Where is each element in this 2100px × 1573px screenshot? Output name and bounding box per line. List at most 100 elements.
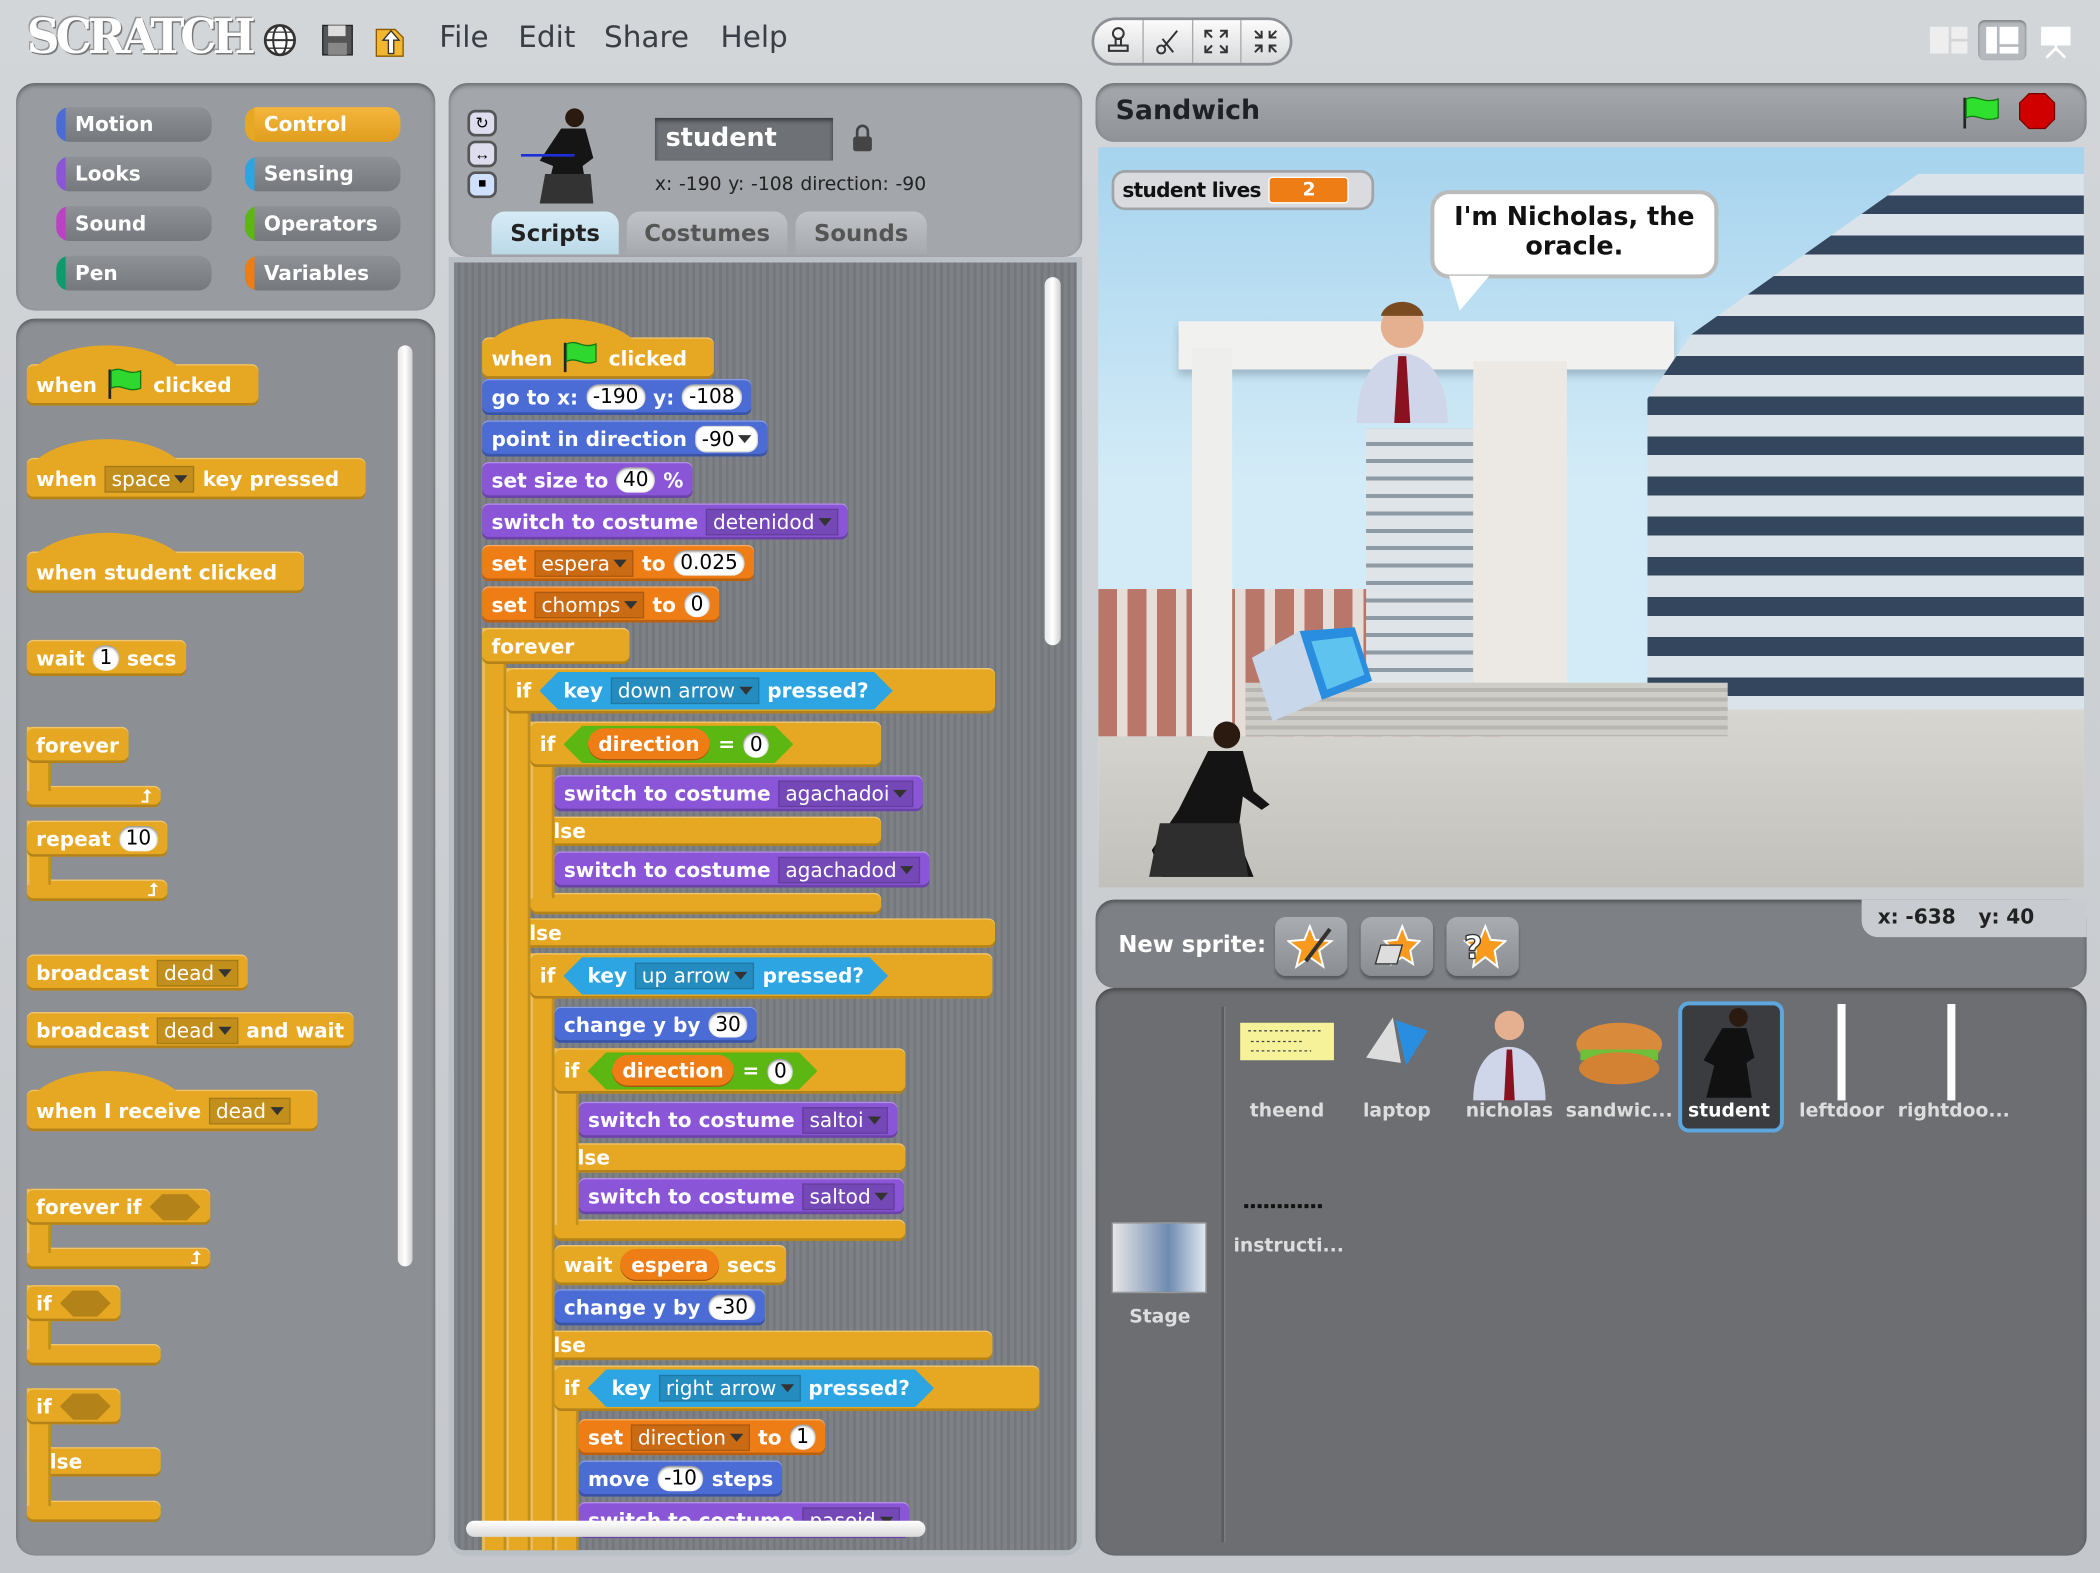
stage[interactable]: student lives 2 I'm Nicholas, the oracle… [1098, 147, 2084, 888]
grow-icon[interactable] [1193, 20, 1242, 63]
number-input[interactable]: -108 [682, 384, 742, 410]
category-variables[interactable]: Variables [245, 255, 401, 291]
tab-sounds[interactable]: Sounds [795, 211, 927, 255]
category-operators[interactable]: Operators [245, 206, 401, 241]
sprite-name-field[interactable]: student [654, 117, 834, 161]
rightdoo-sprite-thumbnail[interactable] [1902, 1004, 2001, 1110]
number-input[interactable]: -30 [708, 1294, 755, 1320]
category-pen[interactable]: Pen [56, 255, 212, 291]
laptop-sprite-thumbnail[interactable] [1347, 1004, 1446, 1110]
lock-icon[interactable] [852, 123, 873, 159]
c-block-header[interactable]: forever [482, 627, 630, 664]
number-input[interactable]: -10 [657, 1465, 704, 1492]
stack-block[interactable]: point in direction -90 [482, 420, 769, 457]
dropdown[interactable]: dead [209, 1097, 291, 1124]
menu-help[interactable]: Help [721, 21, 788, 54]
menu-edit[interactable]: Edit [518, 21, 575, 54]
stack-block[interactable]: set chomps to 0 [482, 586, 720, 623]
dropdown[interactable]: chomps [534, 591, 645, 618]
dropdown[interactable]: direction [631, 1423, 751, 1451]
stack-block[interactable]: switch to costume saltoi [578, 1101, 898, 1138]
equals-operator-block[interactable]: direction = 0 [588, 1052, 818, 1089]
dropdown[interactable]: right arrow [659, 1375, 800, 1402]
hat-block[interactable]: when clicked [26, 345, 259, 406]
number-input[interactable]: 1 [789, 1424, 816, 1450]
number-input[interactable]: 30 [708, 1012, 748, 1038]
student-sprite[interactable] [1138, 716, 1272, 885]
c-block-header[interactable]: if [26, 1388, 121, 1425]
normal-view-icon[interactable] [1978, 20, 2027, 61]
stage-thumbnail[interactable] [1111, 1222, 1207, 1294]
choose-sprite-file-button[interactable] [1360, 917, 1434, 976]
nicholas-sprite[interactable] [1346, 295, 1461, 424]
scripts-area[interactable]: when clicked go to x: -190 y: -108 point in di… [448, 257, 1083, 1556]
paint-new-sprite-button[interactable] [1275, 917, 1348, 976]
green-flag-icon[interactable] [1959, 94, 2002, 138]
boolean-slot[interactable] [60, 1393, 111, 1420]
palette-scrollbar[interactable] [397, 345, 413, 1267]
number-input[interactable]: 0 [767, 1058, 793, 1083]
dropdown[interactable]: dead [157, 959, 239, 986]
scissors-icon[interactable] [1143, 20, 1193, 63]
hat-block[interactable]: when space key pressed [26, 439, 366, 500]
theend-sprite-thumbnail[interactable] [1238, 1004, 1337, 1110]
stack-block[interactable]: change y by 30 [554, 1006, 757, 1043]
stack-block[interactable]: set size to 40% [482, 461, 693, 498]
globe-icon[interactable] [261, 21, 299, 58]
stack-block[interactable]: set espera to 0.025 [482, 544, 754, 581]
c-block-header[interactable]: repeat 10 [26, 820, 168, 857]
category-sensing[interactable]: Sensing [245, 156, 401, 192]
stack-block[interactable]: move -10 steps [578, 1460, 783, 1497]
number-input[interactable]: 1 [92, 645, 119, 671]
instructi-sprite-thumbnail[interactable] [1238, 1139, 1337, 1245]
stack-block[interactable]: wait 1 secs [26, 639, 186, 677]
scripts-vertical-scrollbar[interactable] [1044, 277, 1061, 646]
stack-block[interactable]: switch to costume detenidod [482, 503, 848, 540]
key-pressed-sensing-block[interactable]: key down arrow pressed? [539, 672, 892, 709]
sprite-label[interactable]: student [1675, 1100, 1782, 1121]
c-block-header[interactable]: if direction = 0 [554, 1048, 906, 1094]
menu-share[interactable]: Share [604, 21, 689, 54]
number-input[interactable]: 0 [683, 591, 711, 618]
dropdown[interactable]: space [104, 465, 195, 492]
c-block-header[interactable]: if direction = 0 [530, 721, 882, 768]
dropdown[interactable]: espera [534, 549, 635, 577]
c-block-header[interactable]: forever if [26, 1188, 210, 1225]
save-icon[interactable] [319, 21, 357, 58]
dropdown[interactable]: agachadod [778, 856, 921, 883]
flip-left-right-icon[interactable]: ↔ [467, 140, 497, 168]
stack-block[interactable]: switch to costume saltod [578, 1178, 905, 1215]
variable-reporter[interactable]: direction [588, 728, 711, 760]
small-stage-icon[interactable] [1929, 24, 1969, 63]
tab-costumes[interactable]: Costumes [626, 211, 788, 255]
c-block-header[interactable]: if [26, 1285, 121, 1322]
stage-label[interactable]: Stage [1106, 1307, 1213, 1328]
c-block-header[interactable]: if key down arrow pressed? [506, 668, 996, 714]
nicholas-sprite-thumbnail[interactable] [1460, 1004, 1559, 1110]
tab-scripts[interactable]: Scripts [491, 211, 619, 255]
category-motion[interactable]: Motion [56, 107, 212, 142]
c-block-header[interactable]: if key up arrow pressed? [530, 953, 993, 999]
dropdown[interactable]: up arrow [635, 963, 754, 990]
sprite-label[interactable]: laptop [1343, 1100, 1450, 1121]
dropdown[interactable]: down arrow [611, 677, 759, 704]
sprite-label[interactable]: nicholas [1456, 1100, 1563, 1121]
number-input[interactable]: 10 [118, 825, 158, 852]
sprite-label[interactable]: leftdoor [1788, 1100, 1895, 1121]
sprite-label[interactable]: instructi... [1233, 1236, 1343, 1257]
presentation-icon[interactable] [2038, 24, 2073, 65]
stack-block[interactable]: broadcast dead [26, 954, 248, 991]
stack-block[interactable]: wait espera secs [554, 1244, 786, 1286]
stamp-icon[interactable] [1094, 20, 1144, 63]
variable-reporter[interactable]: direction [612, 1055, 735, 1087]
number-input[interactable]: 0 [743, 732, 769, 757]
stack-block[interactable]: change y by -30 [554, 1289, 765, 1326]
variable-monitor[interactable]: student lives 2 [1111, 170, 1375, 211]
random-sprite-button[interactable]: ? [1446, 917, 1519, 976]
key-pressed-sensing-block[interactable]: key right arrow pressed? [588, 1369, 934, 1406]
share-icon[interactable] [371, 21, 409, 58]
stack-block[interactable]: set direction to 1 [578, 1419, 826, 1456]
category-control[interactable]: Control [245, 107, 401, 142]
menu-file[interactable]: File [439, 21, 488, 54]
number-input[interactable]: 0.025 [673, 550, 745, 576]
